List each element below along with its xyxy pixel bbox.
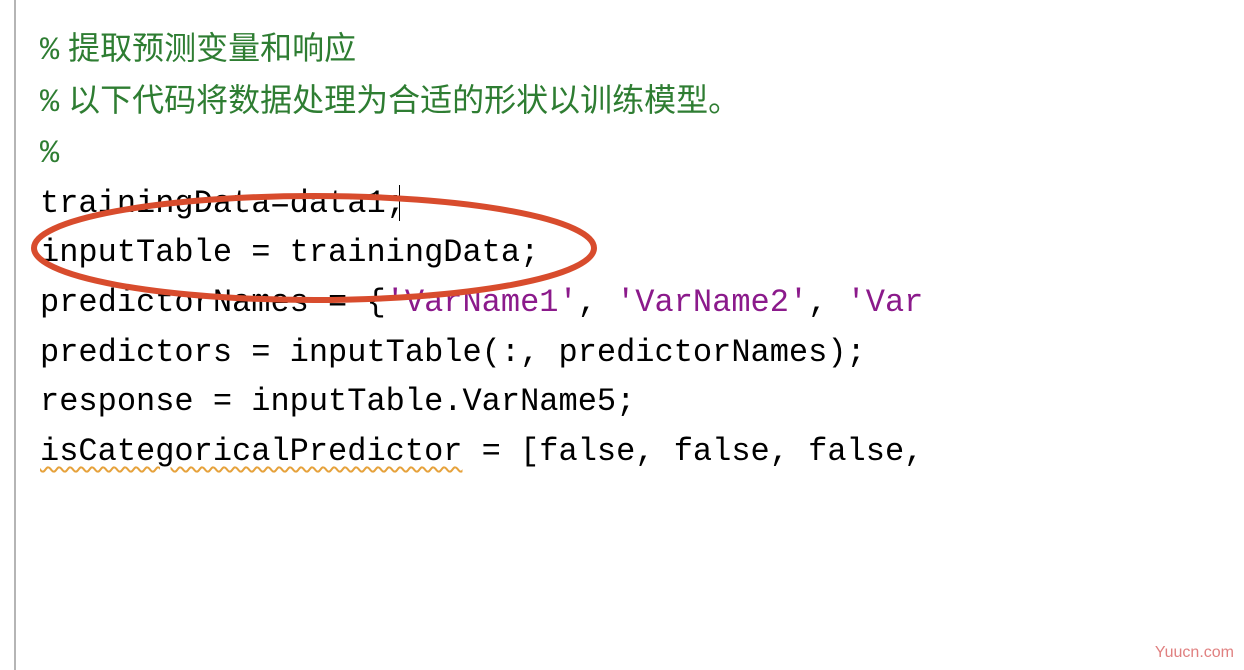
code-line-response: response = inputTable.VarName5; [40, 377, 1204, 427]
string-literal: 'VarName2' [616, 284, 808, 321]
code-line-training-data: trainingData=data1; [40, 179, 1204, 229]
code-block: % 提取预测变量和响应 % 以下代码将数据处理为合适的形状以训练模型。 % tr… [40, 24, 1204, 476]
code-line-predictor-names: predictorNames = {'VarName1', 'VarName2'… [40, 278, 1204, 328]
comment-text: 以下代码将数据处理为合适的形状以训练模型。 [68, 82, 740, 118]
comment-text: 提取预测变量和响应 [68, 30, 356, 66]
comment-line-1: % 提取预测变量和响应 [40, 24, 1204, 76]
code-text: trainingData=data1; [40, 185, 405, 222]
comment-percent: % [40, 135, 59, 172]
code-text: inputTable = trainingData; [40, 234, 539, 271]
code-text: response = inputTable.VarName5; [40, 383, 635, 420]
watermark-text: Yuucn.com [1155, 641, 1234, 666]
code-text: , [578, 284, 616, 321]
editor-left-border [14, 0, 16, 670]
comment-percent: % [40, 84, 59, 121]
code-text-warning: isCategoricalPredictor [40, 433, 462, 470]
code-text: = [false, false, false, [462, 433, 923, 470]
code-line-input-table: inputTable = trainingData; [40, 228, 1204, 278]
code-text: , [808, 284, 846, 321]
string-literal: 'VarName1' [386, 284, 578, 321]
text-cursor [399, 185, 400, 221]
comment-line-3: % [40, 127, 1204, 179]
string-literal: 'Var [847, 284, 924, 321]
code-text: predictorNames = { [40, 284, 386, 321]
code-line-categorical: isCategoricalPredictor = [false, false, … [40, 427, 1204, 477]
code-line-predictors: predictors = inputTable(:, predictorName… [40, 328, 1204, 378]
comment-percent: % [40, 32, 59, 69]
code-text: predictors = inputTable(:, predictorName… [40, 334, 866, 371]
comment-line-2: % 以下代码将数据处理为合适的形状以训练模型。 [40, 76, 1204, 128]
